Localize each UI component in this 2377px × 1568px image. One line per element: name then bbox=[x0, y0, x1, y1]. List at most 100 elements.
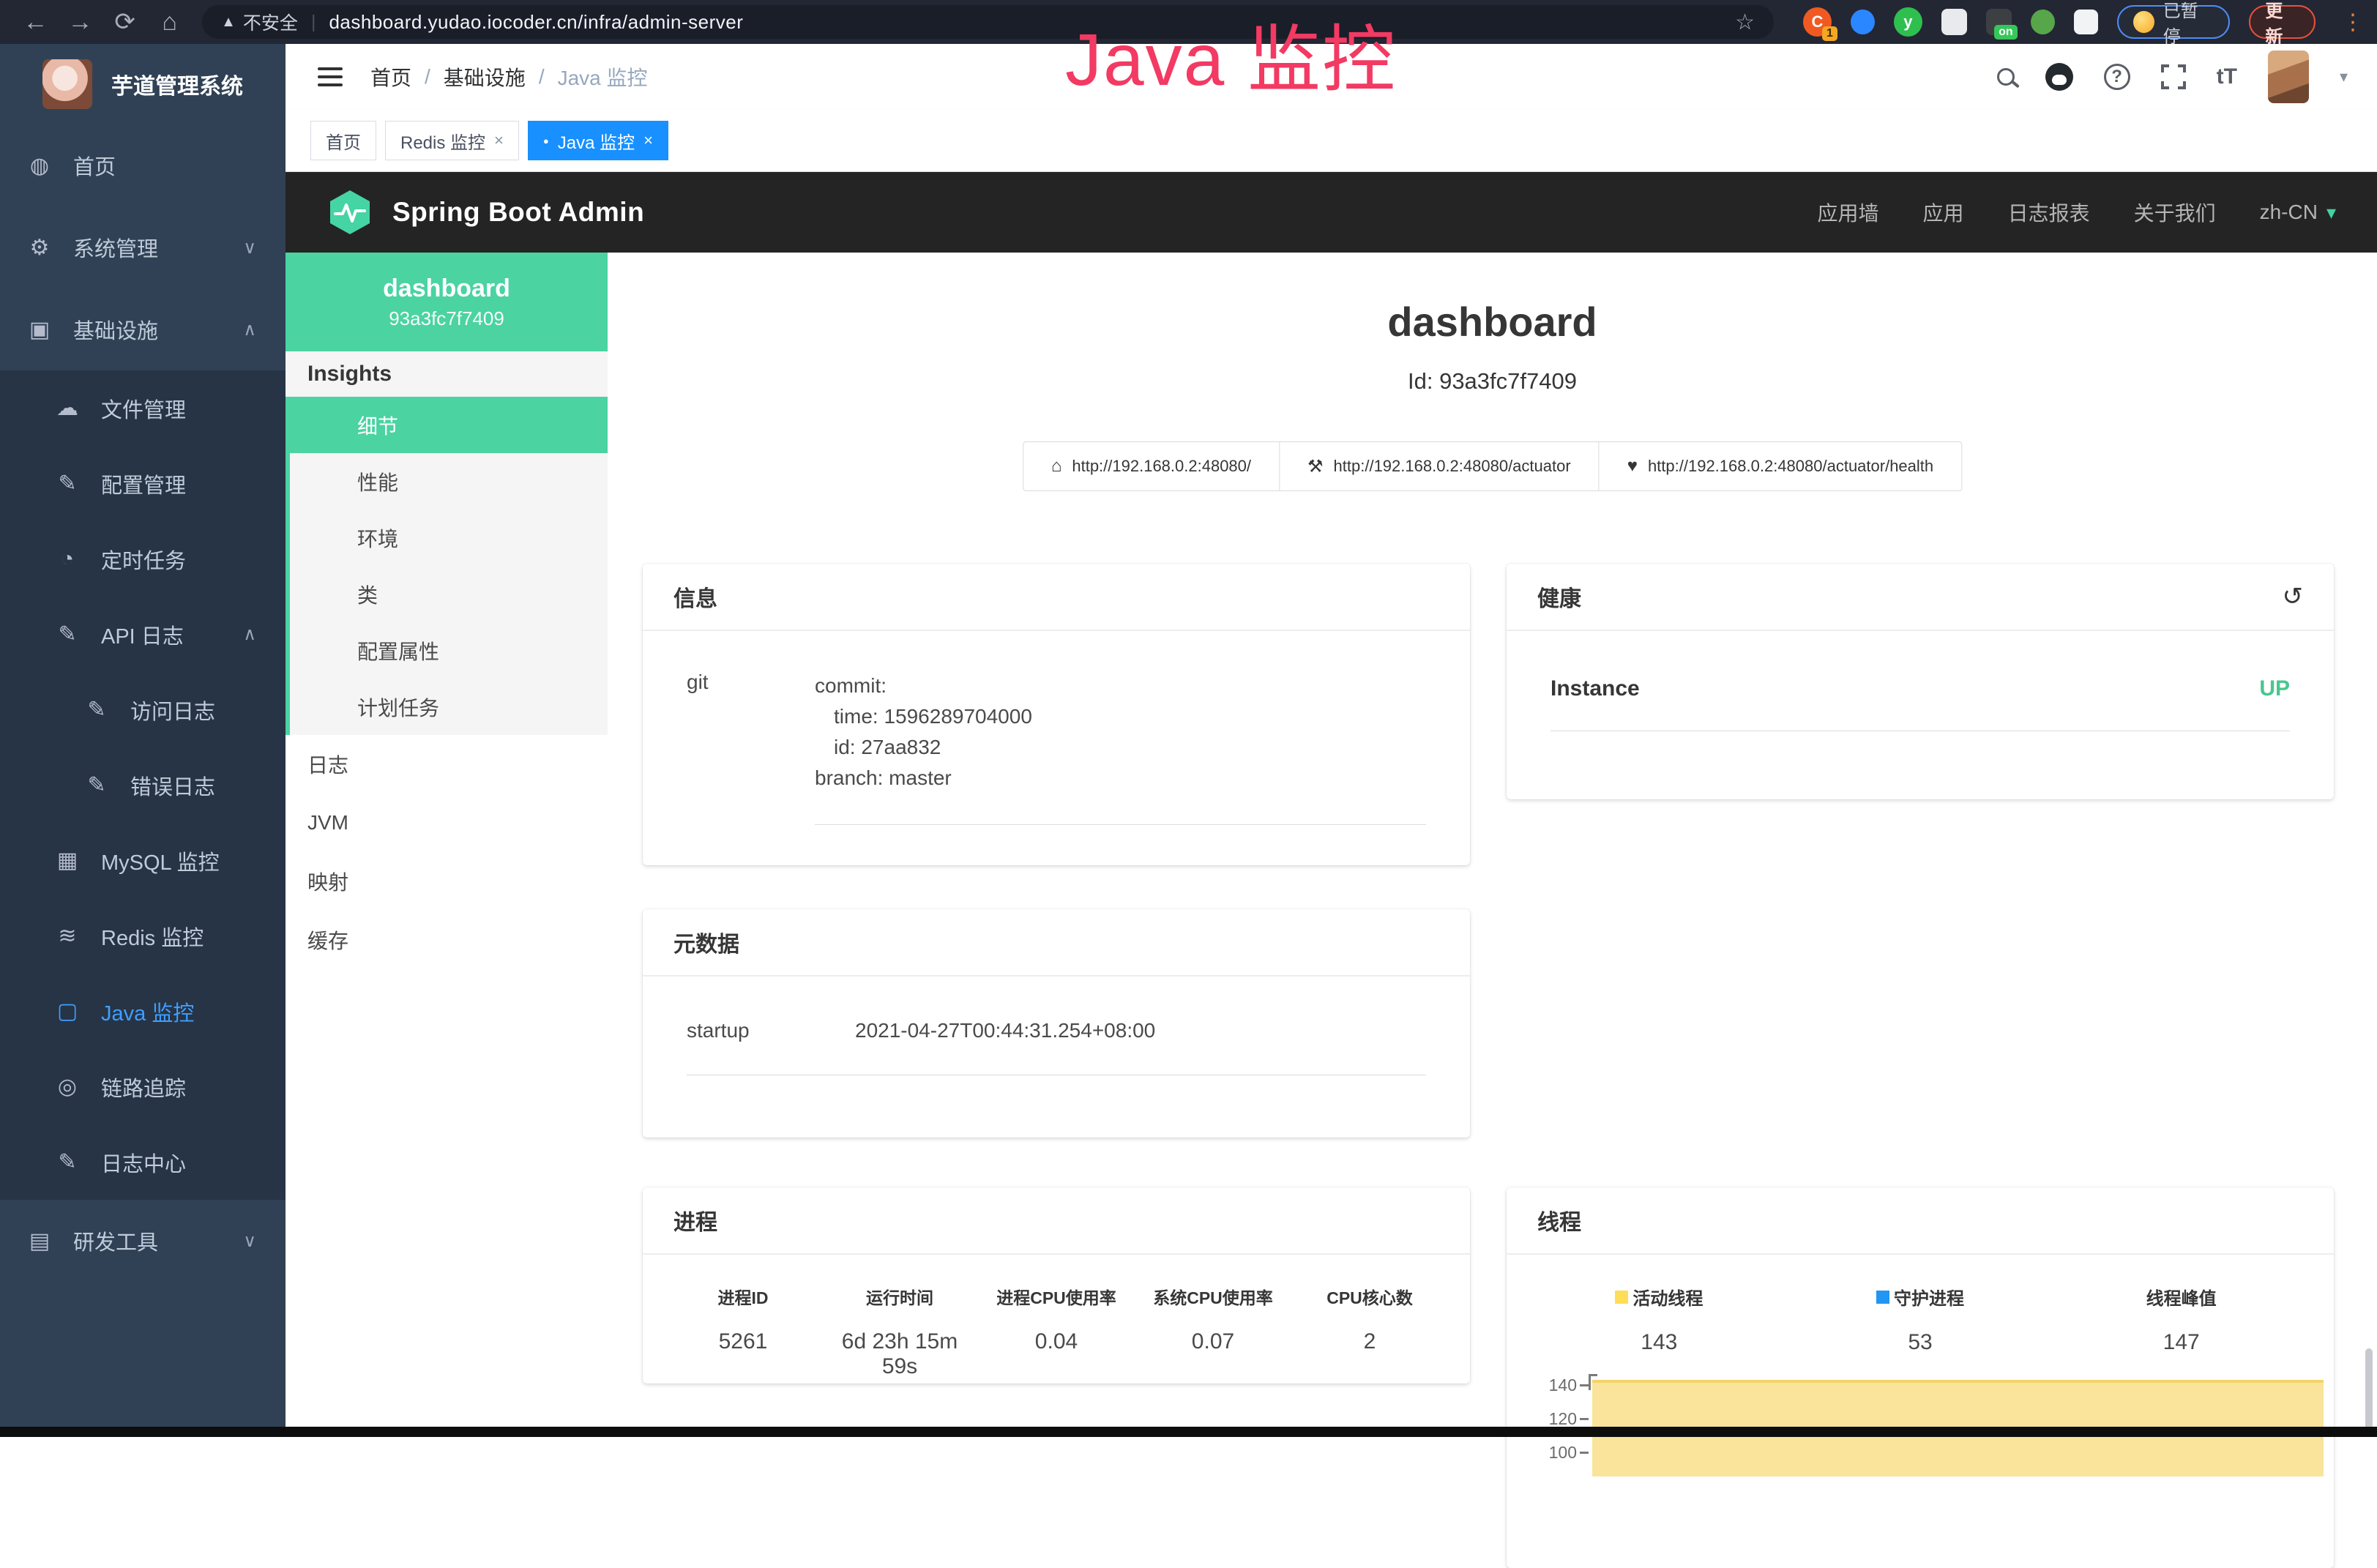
fullscreen-icon[interactable] bbox=[2161, 64, 2186, 89]
sidebar-item-infra[interactable]: ▣ 基础设施 ∧ bbox=[0, 288, 286, 370]
col-header: 进程ID bbox=[665, 1284, 821, 1309]
sidebar-item-label: 日志中心 bbox=[101, 1147, 186, 1178]
tab-label: Redis 监控 bbox=[400, 128, 485, 154]
chevron-down-icon: ∨ bbox=[243, 1231, 256, 1252]
bookmark-star-icon[interactable]: ☆ bbox=[1735, 10, 1755, 35]
browser-forward-icon[interactable]: → bbox=[58, 8, 102, 37]
brand-avatar bbox=[42, 59, 92, 109]
paused-extension-pill[interactable]: 已暂停 bbox=[2117, 5, 2231, 39]
sba-menu-details[interactable]: 细节 bbox=[290, 397, 608, 453]
sidebar-item-log-center[interactable]: ✎ 日志中心 bbox=[0, 1124, 286, 1200]
extension-switch-icon[interactable]: on bbox=[1986, 9, 2012, 35]
y-tick-label: 120 bbox=[1507, 1409, 1577, 1429]
service-url-link[interactable]: ⌂ http://192.168.0.2:48080/ bbox=[1023, 442, 1280, 490]
process-col-proc-cpu: 进程CPU使用率 0.04 bbox=[978, 1284, 1135, 1379]
scrollbar-thumb[interactable] bbox=[2365, 1348, 2373, 1430]
link-url: http://192.168.0.2:48080/actuator/health bbox=[1648, 457, 1933, 476]
health-instance-label: Instance bbox=[1551, 676, 1640, 701]
page-url[interactable]: dashboard.yudao.iocoder.cn/infra/admin-s… bbox=[329, 11, 743, 34]
edit-icon: ✎ bbox=[53, 1149, 82, 1175]
update-button[interactable]: 更新 bbox=[2249, 5, 2316, 39]
tab-home[interactable]: 首页 bbox=[310, 121, 376, 160]
sba-menu-config-props[interactable]: 配置属性 bbox=[290, 622, 608, 679]
y-tick-mark bbox=[1580, 1418, 1589, 1420]
info-card-body: git commit: time: 1596289704000 id: 27aa… bbox=[643, 631, 1470, 859]
address-bar[interactable]: ▲ 不安全 | dashboard.yudao.iocoder.cn/infra… bbox=[202, 5, 1774, 39]
sba-menu-mappings[interactable]: 映射 bbox=[286, 852, 608, 911]
extension-c-icon[interactable]: C 1 bbox=[1803, 7, 1832, 37]
info-key: git bbox=[687, 671, 815, 825]
search-icon[interactable] bbox=[1997, 68, 2015, 86]
sidebar-item-error-log[interactable]: ✎ 错误日志 bbox=[0, 747, 286, 823]
sba-brand-title[interactable]: Spring Boot Admin bbox=[392, 197, 644, 228]
breadcrumb-home[interactable]: 首页 bbox=[370, 62, 411, 92]
sba-nav-about[interactable]: 关于我们 bbox=[2134, 198, 2216, 227]
sidebar-item-dev-tools[interactable]: ▤ 研发工具 ∨ bbox=[0, 1200, 286, 1282]
dashboard-icon: ◍ bbox=[25, 153, 54, 179]
close-icon[interactable]: × bbox=[494, 131, 504, 150]
history-icon[interactable]: ↺ bbox=[2283, 582, 2304, 611]
sidebar-item-label: MySQL 监控 bbox=[101, 845, 220, 876]
sba-menu-jvm[interactable]: JVM bbox=[286, 794, 608, 852]
browser-reload-icon[interactable]: ⟳ bbox=[102, 7, 147, 37]
legend-label: 守护进程 bbox=[1894, 1284, 1964, 1310]
extension-leaf-icon[interactable] bbox=[2031, 10, 2055, 34]
close-icon[interactable]: × bbox=[643, 131, 653, 150]
sba-language-select[interactable]: zh-CN ▾ bbox=[2260, 201, 2336, 224]
sba-menu-logs[interactable]: 日志 bbox=[286, 735, 608, 794]
actuator-url-link[interactable]: ⚒ http://192.168.0.2:48080/actuator bbox=[1280, 442, 1600, 490]
sidebar-item-redis-monitor[interactable]: ≋ Redis 监控 bbox=[0, 898, 286, 974]
extension-pin-icon[interactable] bbox=[1851, 10, 1875, 34]
git-id-line: id: 27aa832 bbox=[815, 732, 1426, 763]
sidebar-item-config-manage[interactable]: ✎ 配置管理 bbox=[0, 446, 286, 521]
screen-icon: ▢ bbox=[53, 998, 82, 1024]
chevron-up-icon: ∧ bbox=[243, 624, 256, 645]
sidebar-item-api-log[interactable]: ✎ API 日志 ∧ bbox=[0, 597, 286, 672]
extension-grid-icon[interactable] bbox=[1941, 9, 1967, 35]
sba-menu-metrics[interactable]: 性能 bbox=[290, 453, 608, 509]
browser-menu-icon[interactable]: ⋮ bbox=[2342, 10, 2364, 35]
browser-home-icon[interactable]: ⌂ bbox=[147, 8, 192, 37]
font-size-icon[interactable]: tT bbox=[2217, 64, 2237, 89]
help-icon[interactable]: ? bbox=[2104, 64, 2130, 90]
extension-c-badge: 1 bbox=[1822, 26, 1837, 41]
user-avatar[interactable] bbox=[2268, 51, 2309, 103]
brand-row[interactable]: 芋道管理系统 bbox=[0, 44, 286, 124]
extension-c-letter: C bbox=[1812, 12, 1824, 31]
github-icon[interactable] bbox=[2045, 63, 2073, 91]
sba-menu-environment[interactable]: 环境 bbox=[290, 509, 608, 566]
sba-nav-applications[interactable]: 应用 bbox=[1923, 198, 1964, 227]
user-caret-icon[interactable]: ▾ bbox=[2340, 67, 2348, 86]
sidebar-item-tracing[interactable]: ◎ 链路追踪 bbox=[0, 1049, 286, 1124]
layers-icon: ≋ bbox=[53, 923, 82, 949]
info-card: 信息 git commit: time: 1596289704000 id: 2… bbox=[643, 564, 1470, 865]
sidebar-item-file-manage[interactable]: ☁ 文件管理 bbox=[0, 370, 286, 446]
browser-back-icon[interactable]: ← bbox=[13, 8, 58, 37]
sidebar-item-scheduled-jobs[interactable]: ◔ 定时任务 bbox=[0, 521, 286, 597]
tab-redis-monitor[interactable]: Redis 监控 × bbox=[385, 121, 519, 160]
sidebar-item-home[interactable]: ◍ 首页 bbox=[0, 124, 286, 206]
sidebar-item-label: 首页 bbox=[73, 150, 116, 181]
health-url-link[interactable]: ♥ http://192.168.0.2:48080/actuator/heal… bbox=[1600, 442, 1961, 490]
sba-menu-caches[interactable]: 缓存 bbox=[286, 911, 608, 969]
sba-menu-scheduled-tasks[interactable]: 计划任务 bbox=[290, 679, 608, 735]
sba-nav-journal[interactable]: 日志报表 bbox=[2008, 198, 2090, 227]
sidebar-item-access-log[interactable]: ✎ 访问日志 bbox=[0, 672, 286, 747]
extension-puzzle-icon[interactable] bbox=[2074, 10, 2098, 34]
sidebar-item-mysql-monitor[interactable]: ▦ MySQL 监控 bbox=[0, 823, 286, 898]
tab-java-monitor[interactable]: ● Java 监控 × bbox=[528, 121, 668, 160]
collapse-menu-icon[interactable] bbox=[318, 67, 343, 86]
sidebar-item-java-monitor[interactable]: ▢ Java 监控 bbox=[0, 974, 286, 1049]
breadcrumb-infra[interactable]: 基础设施 bbox=[444, 62, 526, 92]
legend-swatch-blue bbox=[1876, 1291, 1889, 1304]
extension-y-icon[interactable]: y bbox=[1894, 7, 1922, 37]
sba-nav-wallboard[interactable]: 应用墙 bbox=[1818, 198, 1879, 227]
sba-menu-classes[interactable]: 类 bbox=[290, 566, 608, 622]
sidebar-item-system[interactable]: ⚙ 系统管理 ∨ bbox=[0, 206, 286, 288]
update-label: 更新 bbox=[2265, 0, 2299, 48]
chevron-down-icon: ∨ bbox=[243, 237, 256, 258]
not-secure-label[interactable]: 不安全 bbox=[243, 9, 298, 35]
instance-header[interactable]: dashboard 93a3fc7f7409 bbox=[286, 253, 608, 351]
legend-label: 线程峰值 bbox=[2146, 1284, 2217, 1310]
breadcrumb-separator: / bbox=[539, 65, 545, 89]
